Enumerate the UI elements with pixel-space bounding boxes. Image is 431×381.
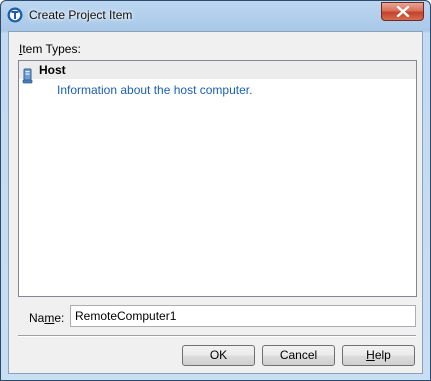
name-input[interactable] bbox=[70, 305, 416, 327]
item-types-label-text: tem Types: bbox=[22, 42, 81, 56]
list-item-title: Host bbox=[39, 63, 66, 77]
item-types-label: Item Types: bbox=[19, 42, 81, 56]
list-item-description: Information about the host computer. bbox=[57, 83, 253, 97]
name-label-prefix: Na bbox=[29, 311, 45, 325]
create-project-item-dialog: Create Project Item Item Types: Host Inf… bbox=[0, 0, 431, 381]
list-item-host[interactable]: Host Information about the host computer… bbox=[19, 61, 416, 101]
name-label-suffix: e: bbox=[54, 311, 65, 325]
host-computer-icon bbox=[22, 68, 34, 84]
ok-button[interactable]: OK bbox=[182, 345, 255, 366]
name-label-mnemonic: m bbox=[44, 311, 55, 325]
item-types-list[interactable]: Host Information about the host computer… bbox=[18, 60, 417, 297]
button-separator bbox=[18, 335, 416, 337]
close-button[interactable] bbox=[381, 2, 424, 21]
window-title: Create Project Item bbox=[29, 8, 133, 22]
help-mnemonic: H bbox=[366, 348, 375, 362]
title-bar[interactable]: Create Project Item bbox=[1, 1, 430, 29]
close-icon bbox=[396, 6, 410, 17]
app-logo-icon bbox=[7, 7, 23, 23]
name-label: Name: bbox=[29, 311, 64, 325]
help-label-text: elp bbox=[374, 348, 391, 362]
cancel-button[interactable]: Cancel bbox=[262, 345, 335, 366]
list-item-header-band bbox=[19, 61, 416, 79]
dialog-body: Item Types: Host Information about the h… bbox=[8, 31, 423, 374]
help-button[interactable]: Help bbox=[342, 345, 415, 366]
